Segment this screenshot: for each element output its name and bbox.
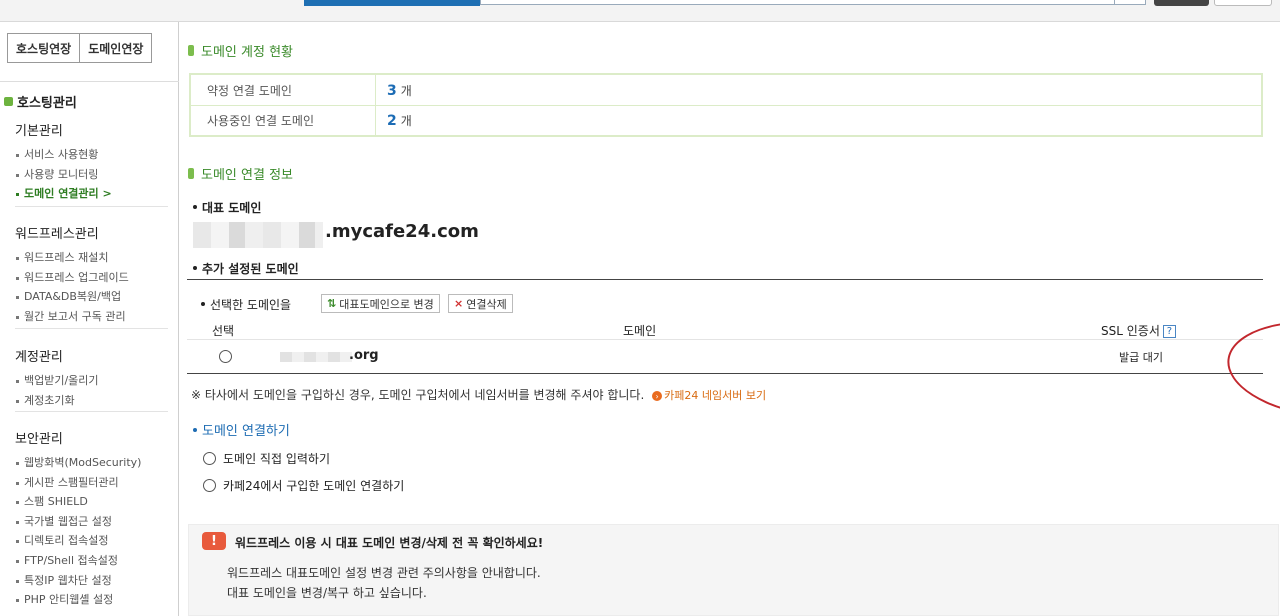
ssl-status-value: 발급 대기	[1119, 351, 1163, 364]
added-domains-label: 추가 설정된 도메인	[193, 260, 299, 277]
col-header-ssl-label: SSL 인증서	[1101, 324, 1160, 338]
sidebar-item-spam-filter[interactable]: 게시판 스팸필터관리	[15, 473, 141, 493]
cafe24-domain-option[interactable]: 카페24에서 구입한 도메인 연결하기	[223, 477, 404, 494]
annotation-circle	[1222, 312, 1280, 427]
sidebar-item-service-usage[interactable]: 서비스 사용현황	[15, 145, 112, 165]
stat-value: 2개	[376, 112, 412, 129]
table-row: 약정 연결 도메인 3개	[191, 75, 1261, 105]
delete-connection-button[interactable]: × 연결삭제	[448, 294, 513, 313]
sidebar-item-modsecurity[interactable]: 웹방화벽(ModSecurity)	[15, 453, 141, 473]
sidebar-item-directory-access[interactable]: 디렉토리 접속설정	[15, 531, 141, 551]
nameserver-notice: ※ 타사에서 도메인을 구입하신 경우, 도메인 구입처에서 네임서버를 변경해…	[191, 386, 766, 403]
domain-extend-button[interactable]: 도메인연장	[80, 33, 153, 63]
nameserver-link[interactable]: › 카페24 네임서버 보기	[652, 389, 766, 402]
main-domain-label: 대표 도메인	[193, 199, 261, 216]
domain-select-radio[interactable]	[219, 350, 232, 363]
domain-status-table: 약정 연결 도메인 3개 사용중인 연결 도메인 2개	[189, 73, 1263, 137]
wordpress-warning-box: ! 워드프레스 이용 시 대표 도메인 변경/삭제 전 꼭 확인하세요! 워드프…	[188, 524, 1279, 616]
sidebar-group-title: 워드프레스관리	[15, 227, 99, 242]
status-title-label: 도메인 계정 현황	[201, 45, 293, 60]
info-title-label: 도메인 연결 정보	[201, 168, 293, 183]
info-section-title: 도메인 연결 정보	[188, 164, 293, 183]
hosting-extend-button[interactable]: 호스팅연장	[7, 33, 81, 63]
close-icon: ×	[454, 297, 464, 310]
sidebar-separator	[15, 206, 168, 207]
section-bar-icon	[188, 45, 194, 56]
sidebar-item-backup[interactable]: 백업받기/올리기	[15, 371, 99, 391]
top-search-separator	[1114, 0, 1115, 5]
row-domain-value: .org	[349, 348, 379, 363]
sidebar-group-account: 계정관리 백업받기/올리기 계정초기화	[15, 346, 99, 410]
sidebar-group-title: 계정관리	[15, 350, 63, 365]
stat-unit: 개	[400, 83, 412, 98]
make-main-domain-label: 대표도메인으로 변경	[339, 297, 434, 311]
col-header-select: 선택	[212, 324, 235, 338]
top-search-field[interactable]	[480, 0, 1146, 5]
blurred-row-domain	[280, 352, 352, 362]
nameserver-link-label: 카페24 네임서버 보기	[664, 389, 767, 402]
table-row: 사용중인 연결 도메인 2개	[191, 105, 1261, 135]
sidebar-item-ip-block[interactable]: 특정IP 웹차단 설정	[15, 571, 141, 591]
stat-value: 3개	[376, 82, 412, 99]
stat-count: 3	[387, 82, 397, 99]
selected-domain-action-label: 선택한 도메인을	[201, 296, 291, 313]
top-dark-button[interactable]	[1154, 0, 1209, 6]
sidebar-item-domain-connect[interactable]: 도메인 연결관리 >	[15, 184, 112, 204]
sidebar-item-ftp-shell[interactable]: FTP/Shell 접속설정	[15, 551, 141, 571]
sidebar-separator	[15, 328, 168, 329]
sidebar-item-usage-monitor[interactable]: 사용량 모니터링	[15, 165, 112, 185]
extension-buttons: 호스팅연장 도메인연장	[7, 33, 153, 63]
section-dot-icon	[4, 97, 13, 106]
sidebar-item-wp-upgrade[interactable]: 워드프레스 업그레이드	[15, 268, 129, 288]
sidebar-item-spam-shield[interactable]: 스팸 SHIELD	[15, 492, 141, 512]
sidebar-item-monthly-report[interactable]: 월간 보고서 구독 관리	[15, 307, 129, 327]
sidebar-separator	[15, 411, 168, 412]
top-active-tab[interactable]	[304, 0, 480, 6]
sidebar-item-account-reset[interactable]: 계정초기화	[15, 391, 99, 411]
main-content: 도메인 계정 현황 약정 연결 도메인 3개 사용중인 연결 도메인 2개 도메…	[187, 22, 1280, 616]
sidebar-section-title: 호스팅관리	[4, 92, 77, 111]
swap-icon: ⇅	[327, 297, 337, 310]
col-header-domain: 도메인	[623, 324, 657, 338]
table-bottom-rule	[187, 373, 1263, 374]
warning-icon: !	[202, 532, 226, 550]
direct-input-radio[interactable]	[203, 452, 216, 465]
stat-count: 2	[387, 113, 397, 129]
cafe24-domain-radio[interactable]	[203, 479, 216, 492]
stat-unit: 개	[400, 114, 412, 128]
sidebar-group-title: 기본관리	[15, 124, 63, 139]
sidebar-item-wp-reinstall[interactable]: 워드프레스 재설치	[15, 248, 129, 268]
make-main-domain-button[interactable]: ⇅ 대표도메인으로 변경	[321, 294, 440, 313]
sidebar-item-db-backup[interactable]: DATA&DB복원/백업	[15, 287, 129, 307]
table-top-rule	[187, 279, 1263, 280]
direct-input-option[interactable]: 도메인 직접 입력하기	[223, 450, 330, 467]
warning-title: 워드프레스 이용 시 대표 도메인 변경/삭제 전 꼭 확인하세요!	[235, 536, 544, 550]
table-header-rule	[187, 339, 1263, 340]
sidebar-divider	[0, 81, 179, 82]
warning-line-link[interactable]: 워드프레스 대표도메인 설정 변경 관련 주의사항을 안내합니다.	[227, 564, 541, 581]
sidebar-item-country-access[interactable]: 국가별 웹접근 설정	[15, 512, 141, 532]
help-icon[interactable]: ?	[1162, 325, 1176, 338]
sidebar-group-title: 보안관리	[15, 432, 63, 447]
top-light-button[interactable]	[1214, 0, 1272, 6]
status-section-title: 도메인 계정 현황	[188, 41, 293, 60]
warning-line-link[interactable]: 대표 도메인을 변경/복구 하고 싶습니다.	[227, 584, 427, 601]
top-bar	[0, 0, 1280, 22]
sidebar-item-php-antiwebshell[interactable]: PHP 안티웹셸 설정	[15, 590, 141, 610]
delete-connection-label: 연결삭제	[466, 297, 507, 311]
main-domain-value: .mycafe24.com	[325, 221, 479, 242]
section-bar-icon	[188, 168, 194, 179]
col-header-ssl: SSL 인증서?	[1101, 322, 1176, 339]
notice-text: ※ 타사에서 도메인을 구입하신 경우, 도메인 구입처에서 네임서버를 변경해…	[191, 388, 645, 402]
connect-domain-title: 도메인 연결하기	[193, 420, 290, 439]
sidebar-section-label: 호스팅관리	[17, 96, 77, 111]
blurred-domain-prefix	[193, 222, 323, 248]
arrow-circle-icon: ›	[652, 391, 663, 401]
stat-label: 사용중인 연결 도메인	[191, 106, 376, 135]
sidebar: 호스팅연장 도메인연장 호스팅관리 기본관리 서비스 사용현황 사용량 모니터링…	[0, 22, 179, 616]
sidebar-group-wordpress: 워드프레스관리 워드프레스 재설치 워드프레스 업그레이드 DATA&DB복원/…	[15, 223, 129, 326]
stat-label: 약정 연결 도메인	[191, 75, 376, 105]
sidebar-group-security: 보안관리 웹방화벽(ModSecurity) 게시판 스팸필터관리 스팸 SHI…	[15, 428, 141, 610]
sidebar-group-basic: 기본관리 서비스 사용현황 사용량 모니터링 도메인 연결관리 >	[15, 120, 112, 204]
